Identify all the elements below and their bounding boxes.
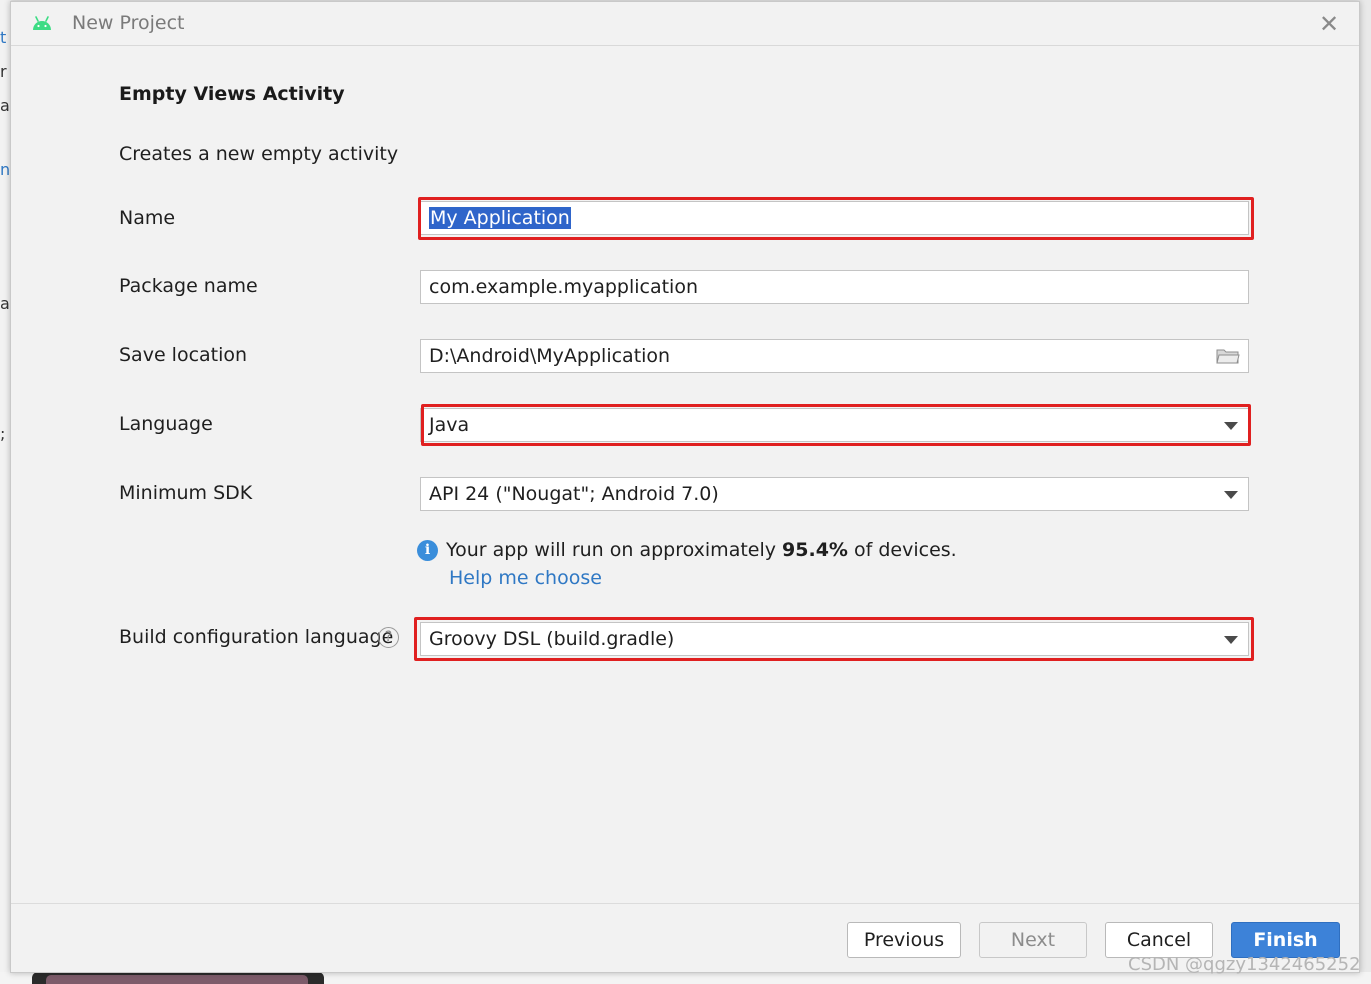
- name-label: Name: [119, 207, 176, 229]
- package-name-label: Package name: [119, 275, 258, 297]
- background-ide-tab-inner: [46, 975, 308, 984]
- package-name-field[interactable]: com.example.myapplication: [420, 270, 1249, 304]
- dialog-titlebar: New Project ✕: [11, 2, 1359, 46]
- minimum-sdk-select[interactable]: API 24 ("Nougat"; Android 7.0): [420, 477, 1249, 511]
- close-icon[interactable]: ✕: [1317, 12, 1341, 36]
- build-config-label: Build configuration language: [119, 626, 394, 648]
- build-config-highlight: [414, 617, 1254, 661]
- info-percent: 95.4%: [782, 539, 848, 561]
- info-icon: i: [417, 540, 438, 561]
- language-select-highlight: [421, 404, 1251, 446]
- template-description: Creates a new empty activity: [119, 143, 399, 165]
- minimum-sdk-value: API 24 ("Nougat"; Android 7.0): [429, 483, 719, 505]
- save-location-field[interactable]: D:\Android\MyApplication: [420, 339, 1249, 373]
- save-location-label: Save location: [119, 344, 248, 366]
- new-project-dialog: New Project ✕ Empty Views Activity Creat…: [10, 1, 1360, 973]
- finish-button[interactable]: Finish: [1231, 922, 1340, 958]
- info-suffix: of devices.: [847, 539, 957, 561]
- language-label: Language: [119, 413, 213, 435]
- watermark: CSDN @qgzy1342465252: [1128, 954, 1361, 975]
- device-coverage-info: Your app will run on approximately 95.4%…: [446, 539, 957, 561]
- name-field-highlight: [418, 197, 1254, 240]
- info-prefix: Your app will run on approximately: [446, 539, 783, 561]
- template-heading: Empty Views Activity: [119, 83, 345, 105]
- next-button[interactable]: Next: [979, 922, 1087, 958]
- previous-button[interactable]: Previous: [847, 922, 961, 958]
- chevron-down-icon: [1224, 491, 1238, 499]
- help-me-choose-link[interactable]: Help me choose: [449, 567, 602, 589]
- package-name-value: com.example.myapplication: [429, 276, 698, 298]
- dialog-title: New Project: [72, 12, 185, 34]
- android-icon: [33, 16, 51, 30]
- cancel-button[interactable]: Cancel: [1105, 922, 1213, 958]
- help-icon[interactable]: ?: [378, 627, 399, 648]
- footer-divider: [11, 903, 1359, 904]
- minimum-sdk-label: Minimum SDK: [119, 482, 253, 504]
- save-location-value: D:\Android\MyApplication: [429, 345, 671, 367]
- folder-icon[interactable]: [1216, 347, 1240, 365]
